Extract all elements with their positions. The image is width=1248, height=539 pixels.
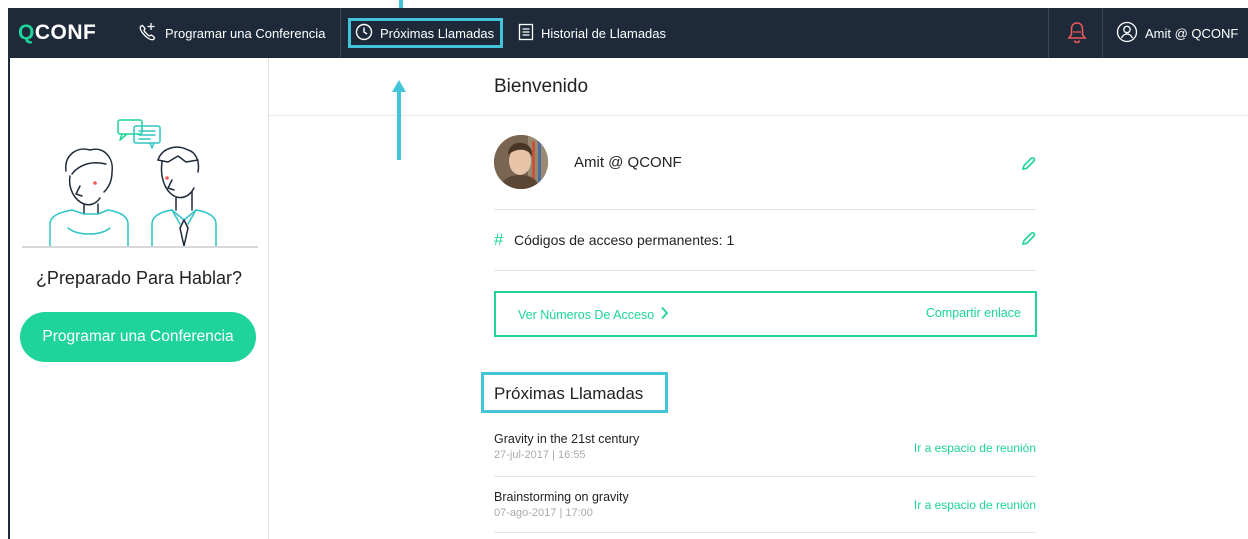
annotation-marker (399, 0, 403, 8)
page-title: Bienvenido (494, 76, 589, 97)
upcoming-calls-heading: Próximas Llamadas (481, 372, 668, 413)
document-list-icon (518, 23, 541, 44)
chevron-right-icon (654, 306, 669, 323)
avatar (494, 135, 548, 189)
schedule-conference-button[interactable]: Programar una Conferencia (20, 312, 256, 362)
people-talking-illustration (46, 116, 236, 253)
view-access-numbers-link[interactable]: Ver Números De Acceso (518, 306, 669, 323)
nav-schedule-label: Programar una Conferencia (165, 25, 326, 41)
bell-icon[interactable] (1067, 21, 1087, 50)
ready-to-talk-text: ¿Preparado Para Hablar? (35, 268, 243, 288)
clock-icon (355, 23, 380, 44)
row-divider (494, 270, 1036, 271)
nav-call-history[interactable]: Historial de Llamadas (518, 8, 666, 58)
row-divider (494, 476, 1036, 477)
call-title: Brainstorming on gravity (494, 490, 629, 504)
top-navbar: QCONF Programar una Conferencia Próximas… (8, 8, 1248, 58)
nav-divider (340, 8, 341, 58)
user-circle-icon (1116, 21, 1145, 46)
nav-schedule-conference[interactable]: Programar una Conferencia (136, 8, 325, 58)
nav-divider (1048, 8, 1049, 58)
nav-divider (1102, 8, 1103, 58)
row-divider (494, 532, 1036, 533)
qconf-logo[interactable]: QCONF (18, 21, 96, 45)
access-numbers-label: Ver Números De Acceso (518, 307, 655, 322)
access-codes-text: Códigos de acceso permanentes: 1 (514, 232, 735, 248)
call-date: 07-ago-2017 | 17:00 (494, 507, 593, 519)
header-divider (269, 115, 1248, 116)
hash-icon: # (494, 230, 504, 249)
nav-upcoming-label: Próximas Llamadas (380, 25, 495, 41)
nav-upcoming-calls[interactable]: Próximas Llamadas (348, 18, 504, 48)
user-menu[interactable]: Amit @ QCONF (1116, 8, 1238, 58)
pencil-icon[interactable] (1020, 156, 1036, 177)
call-title: Gravity in the 21st century (494, 432, 640, 446)
nav-history-label: Historial de Llamadas (541, 25, 667, 41)
profile-name: Amit @ QCONF (574, 154, 682, 171)
call-date: 27-jul-2017 | 16:55 (494, 449, 586, 461)
access-box: Ver Números De Acceso Compartir enlace (494, 291, 1037, 337)
sidebar-divider (22, 246, 258, 248)
row-divider (494, 209, 1036, 210)
user-name-label: Amit @ QCONF (1145, 25, 1239, 41)
left-sidebar: ¿Preparado Para Hablar? Programar una Co… (8, 58, 269, 539)
go-to-meeting-link[interactable]: Ir a espacio de reunión (914, 441, 1036, 455)
annotation-arrow (397, 90, 401, 160)
go-to-meeting-link[interactable]: Ir a espacio de reunión (914, 498, 1036, 512)
share-link[interactable]: Compartir enlace (926, 306, 1021, 320)
phone-plus-icon (136, 21, 165, 46)
pencil-icon[interactable] (1020, 231, 1036, 252)
